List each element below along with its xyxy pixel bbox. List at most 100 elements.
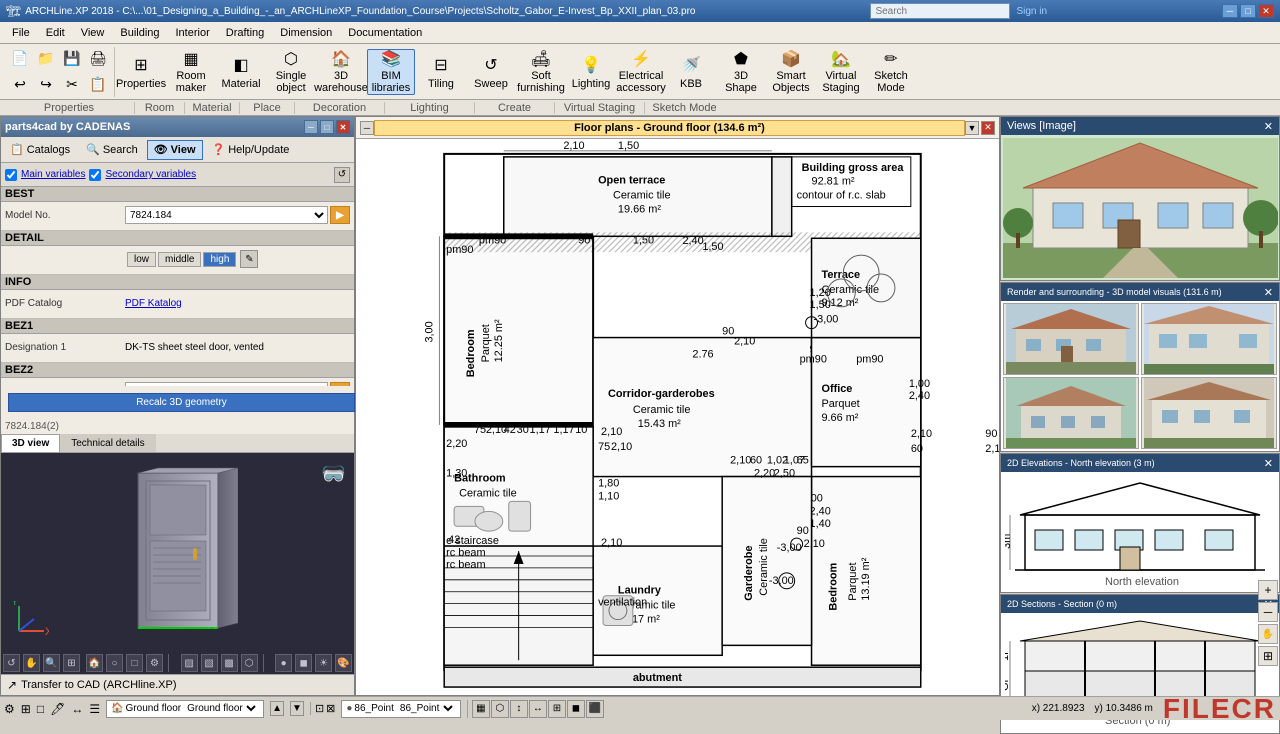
detail-low-btn[interactable]: low: [127, 252, 156, 267]
hand-tool-btn[interactable]: ✋: [1258, 624, 1278, 644]
dimension-icon[interactable]: ↔: [71, 702, 83, 716]
material-btn[interactable]: ◧ Material: [217, 49, 265, 95]
main-var-checkbox[interactable]: [5, 169, 17, 181]
panel-minimize-btn[interactable]: ─: [304, 120, 318, 134]
view-wire-btn[interactable]: ⬡: [241, 654, 258, 672]
model-go-btn[interactable]: ▶: [330, 206, 350, 224]
floor-select[interactable]: Ground floor: [183, 702, 259, 715]
panel-maximize-btn[interactable]: □: [320, 120, 334, 134]
settings-icon[interactable]: ⚙: [4, 702, 15, 716]
thumbnail-4[interactable]: [1141, 377, 1277, 449]
pdf-catalog-link[interactable]: PDF Katalog: [125, 298, 182, 309]
menu-interior[interactable]: Interior: [168, 25, 218, 41]
bim-libraries-btn[interactable]: 📚 BIM libraries: [367, 49, 415, 95]
search-tab[interactable]: 🔍 Search: [79, 140, 145, 160]
smart-objects-btn[interactable]: 📦 Smart Objects: [767, 49, 815, 95]
select-icon[interactable]: □: [37, 702, 44, 716]
properties-scroll[interactable]: BEST Model No. 7824.184 ▶ DETAIL: [1, 187, 354, 386]
3d-view-tab[interactable]: 3D view: [1, 434, 60, 452]
view-fit-btn[interactable]: ⊞: [63, 654, 80, 672]
properties-btn[interactable]: ⊞ Properties: [117, 49, 165, 95]
menu-file[interactable]: File: [4, 25, 38, 41]
soft-furnishing-btn[interactable]: 🛋 Soft furnishing: [517, 49, 565, 95]
tool-btn-3[interactable]: ↕: [510, 700, 528, 718]
view-shade2-btn[interactable]: ▧: [201, 654, 218, 672]
model-no-select[interactable]: 7824.184: [125, 206, 328, 224]
sign-in-link[interactable]: Sign in: [1016, 6, 1047, 17]
view-shade3-btn[interactable]: ▩: [221, 654, 238, 672]
snap-btn[interactable]: ⊡: [315, 702, 324, 715]
panel-close-btn[interactable]: ✕: [336, 120, 350, 134]
kbb-btn[interactable]: 🚿 KBB: [667, 49, 715, 95]
help-tab[interactable]: ❓ Help/Update: [205, 140, 297, 160]
zoom-out-btn[interactable]: ─: [1258, 602, 1278, 622]
menu-documentation[interactable]: Documentation: [340, 25, 430, 41]
pen-icon[interactable]: 🖊: [50, 702, 65, 716]
view-pan-btn[interactable]: ✋: [23, 654, 40, 672]
view-circle-btn[interactable]: ○: [106, 654, 123, 672]
tool-btn-5[interactable]: ⊞: [548, 700, 566, 718]
menu-edit[interactable]: Edit: [38, 25, 73, 41]
view-tab[interactable]: 👁 View: [147, 140, 203, 160]
view-render-btn[interactable]: 🎨: [335, 654, 352, 672]
list-icon[interactable]: ☰: [89, 702, 100, 716]
views-image-close[interactable]: ✕: [1264, 120, 1273, 133]
view-settings-btn[interactable]: ⚙: [146, 654, 163, 672]
3d-warehouse-btn[interactable]: 🏠 3D warehouse: [317, 49, 365, 95]
recalc-btn[interactable]: Recalc 3D geometry: [8, 393, 355, 412]
tool-btn-7[interactable]: ⬛: [586, 700, 604, 718]
save-btn[interactable]: 💾: [60, 47, 84, 71]
menu-view[interactable]: View: [73, 25, 113, 41]
grid-bottom-icon[interactable]: ⊞: [21, 702, 31, 716]
search-input[interactable]: [870, 3, 1010, 19]
lighting-btn[interactable]: 💡 Lighting: [567, 49, 615, 95]
virtual-staging-btn[interactable]: 🏡 Virtual Staging: [817, 49, 865, 95]
nav-down-btn[interactable]: ▼: [290, 701, 304, 716]
fp-expand-btn[interactable]: ▼: [965, 121, 979, 135]
detail-edit-btn[interactable]: ✎: [240, 250, 258, 268]
print-btn[interactable]: 🖨: [86, 47, 110, 71]
fp-close-btn[interactable]: ✕: [981, 121, 995, 135]
elevations-close[interactable]: ✕: [1264, 457, 1273, 470]
electrical-btn[interactable]: ⚡ Electrical accessory: [617, 49, 665, 95]
thumbnail-2[interactable]: [1141, 303, 1277, 375]
undo-btn[interactable]: ↩: [8, 73, 32, 97]
view-zoom-btn[interactable]: 🔍: [43, 654, 60, 672]
single-object-btn[interactable]: ⬡ Single object: [267, 49, 315, 95]
menu-dimension[interactable]: Dimension: [272, 25, 340, 41]
sweep-btn[interactable]: ↺ Sweep: [467, 49, 515, 95]
view-shade1-btn[interactable]: ▨: [181, 654, 198, 672]
cut-btn[interactable]: ✂: [60, 73, 84, 97]
menu-building[interactable]: Building: [112, 25, 167, 41]
thumbnail-1[interactable]: [1003, 303, 1139, 375]
detail-middle-btn[interactable]: middle: [158, 252, 201, 267]
view-sphere-btn[interactable]: ●: [275, 654, 292, 672]
redo-btn[interactable]: ↪: [34, 73, 58, 97]
detail-high-btn[interactable]: high: [203, 252, 236, 267]
room-maker-btn[interactable]: ▦ Room maker: [167, 49, 215, 95]
zoom-in-btn[interactable]: +: [1258, 580, 1278, 600]
nav-up-btn[interactable]: ▲: [270, 701, 284, 716]
view-light-btn[interactable]: ☀: [315, 654, 332, 672]
catalogs-tab[interactable]: 📋 Catalogs: [3, 140, 77, 160]
tiling-btn[interactable]: ⊟ Tiling: [417, 49, 465, 95]
open-btn[interactable]: 📁: [34, 47, 58, 71]
tool-btn-1[interactable]: ▦: [472, 700, 490, 718]
menu-drafting[interactable]: Drafting: [218, 25, 273, 41]
grid-btn[interactable]: ⊞: [1258, 646, 1278, 666]
close-btn[interactable]: ✕: [1258, 4, 1274, 18]
new-btn[interactable]: 📄: [8, 47, 32, 71]
point-select[interactable]: 86_Point: [396, 702, 456, 715]
main-variables-link[interactable]: Main variables: [21, 169, 85, 180]
copy-btn[interactable]: 📋: [86, 73, 110, 97]
secondary-variables-link[interactable]: Secondary variables: [105, 169, 196, 180]
fp-minimize-btn[interactable]: ─: [360, 121, 374, 135]
view-cube-btn[interactable]: ◼: [295, 654, 312, 672]
view-house-btn[interactable]: 🏠: [86, 654, 103, 672]
view-box-btn[interactable]: □: [126, 654, 143, 672]
3d-shape-btn[interactable]: ⬟ 3D Shape: [717, 49, 765, 95]
sketch-mode-btn[interactable]: ✏ Sketch Mode: [867, 49, 915, 95]
minimize-btn[interactable]: ─: [1222, 4, 1238, 18]
tool-btn-2[interactable]: ⬡: [491, 700, 509, 718]
render-close[interactable]: ✕: [1264, 286, 1273, 299]
